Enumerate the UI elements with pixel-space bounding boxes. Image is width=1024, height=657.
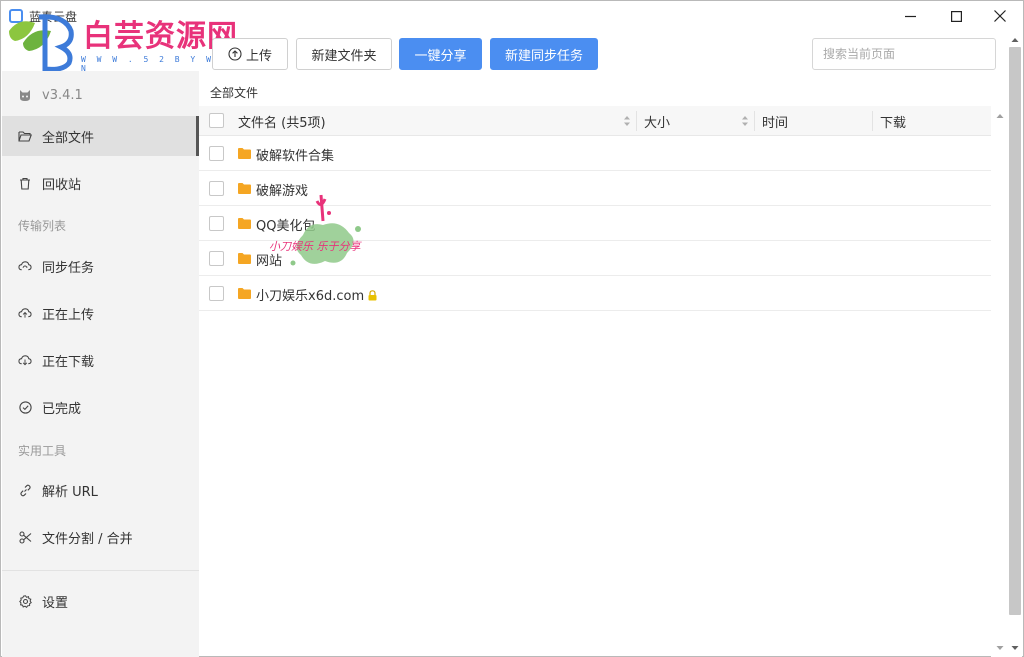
row-checkbox[interactable] [209,251,224,266]
new-folder-label: 新建文件夹 [311,48,377,64]
sidebar-item-recycle-bin[interactable]: 回收站 [2,163,199,203]
upload-label: 上传 [245,48,272,64]
cloud-upload-icon [18,306,32,320]
column-header-name[interactable]: 文件名 (共5项) [238,106,326,136]
sidebar-item-label: 全部文件 [42,130,95,146]
column-separator [754,111,755,131]
upload-icon [228,47,242,61]
sidebar-version: v3.4.1 [2,75,199,115]
link-icon [18,483,32,497]
sidebar-item-label: 回收站 [42,177,82,193]
sidebar-item-settings[interactable]: 设置 [2,581,199,621]
sidebar-item-label: 已完成 [42,401,82,417]
folder-icon [238,148,251,159]
maximize-button[interactable] [933,1,979,31]
sidebar-item-label: 正在下载 [42,354,95,370]
row-checkbox[interactable] [209,216,224,231]
share-button[interactable]: 一键分享 [399,38,482,70]
column-name-label: 文件名 (共5项) [238,115,326,131]
sort-arrows-icon[interactable] [623,114,631,128]
file-name[interactable]: 小刀娱乐x6d.com [256,285,377,304]
sidebar-item-downloading[interactable]: 正在下载 [2,340,199,380]
select-all-checkbox[interactable] [209,113,224,128]
folder-icon [238,218,251,229]
sidebar-item-label: 设置 [42,595,69,611]
search-input[interactable] [812,38,996,70]
sidebar-item-label: 解析 URL [42,484,98,500]
sidebar-item-split-merge[interactable]: 文件分割 / 合并 [2,517,199,557]
breadcrumb: 全部文件 [210,86,259,100]
row-checkbox[interactable] [209,146,224,161]
sort-arrows-icon[interactable] [741,114,749,128]
table-row[interactable]: 破解软件合集 [199,136,991,171]
scroll-down-arrow-icon[interactable] [996,644,1004,652]
close-button[interactable] [977,1,1023,31]
column-header-download[interactable]: 下载 [880,106,906,136]
column-download-label: 下载 [880,115,907,131]
table-scrollbar[interactable] [991,106,1008,657]
app-logo-icon [9,9,23,23]
close-icon [994,10,1006,22]
file-name[interactable]: 破解软件合集 [256,145,334,164]
sidebar-item-label: 同步任务 [42,260,95,276]
title-bar: 蓝奏云盘 [1,1,1023,31]
window-title: 蓝奏云盘 [29,10,78,24]
cloud-sync-icon [18,259,32,273]
sidebar-item-parse-url[interactable]: 解析 URL [2,470,199,510]
new-sync-task-label: 新建同步任务 [505,48,584,64]
github-cat-icon [18,88,32,102]
sidebar-divider [2,570,199,571]
column-size-label: 大小 [644,115,671,131]
table-row[interactable]: 破解游戏 [199,171,991,206]
folder-icon [238,183,251,194]
row-checkbox[interactable] [209,181,224,196]
window-scrollbar-thumb[interactable] [1009,47,1021,615]
folder-icon [238,288,251,299]
minimize-icon [904,15,916,17]
check-circle-icon [18,400,32,414]
sidebar-item-sync-tasks[interactable]: 同步任务 [2,246,199,286]
window-scroll-up-icon[interactable] [1011,37,1019,43]
file-name[interactable]: QQ美化包 [256,215,315,234]
sidebar-item-all-files[interactable]: 全部文件 [2,116,199,156]
table-row[interactable]: QQ美化包 [199,206,991,241]
file-name[interactable]: 网站 [256,250,282,269]
scroll-up-arrow-icon[interactable] [996,112,1004,120]
sidebar-item-completed[interactable]: 已完成 [2,387,199,427]
share-label: 一键分享 [414,48,467,64]
file-name-text: 小刀娱乐x6d.com [256,289,365,304]
cloud-download-icon [18,353,32,367]
new-folder-button[interactable]: 新建文件夹 [296,38,392,70]
column-separator [872,111,873,131]
sidebar-item-label: 正在上传 [42,307,95,323]
file-name[interactable]: 破解游戏 [256,180,308,199]
maximize-icon [950,10,962,22]
column-header-size[interactable]: 大小 [644,106,670,136]
table-header: 文件名 (共5项) 大小 时间 下载 [199,106,991,136]
lock-icon [368,290,377,301]
column-time-label: 时间 [762,115,789,131]
section-transfer-title: 传输列表 [18,219,67,233]
section-tools-title: 实用工具 [18,444,67,458]
sidebar-item-label: 文件分割 / 合并 [42,531,133,547]
sidebar: v3.4.1 全部文件 回收站 传输列表 同步任务 正在上传 正在下载 已完成 … [2,71,199,657]
sidebar-item-uploading[interactable]: 正在上传 [2,293,199,333]
table-row[interactable]: 网站 [199,241,991,276]
window-scroll-down-icon[interactable] [1011,645,1019,651]
trash-icon [18,176,32,190]
row-checkbox[interactable] [209,286,224,301]
scissors-icon [18,530,32,544]
version-label: v3.4.1 [42,87,83,103]
column-separator [636,111,637,131]
gear-icon [18,594,32,608]
column-header-time[interactable]: 时间 [762,106,788,136]
folder-open-icon [18,129,32,143]
new-sync-task-button[interactable]: 新建同步任务 [490,38,598,70]
app-window: 蓝奏云盘 v3.4.1 全部文件 回收站 传输列表 同步任务 正在上传 正在下载… [0,0,1024,657]
upload-button[interactable]: 上传 [212,38,288,70]
minimize-button[interactable] [887,1,933,31]
table-row[interactable]: 小刀娱乐x6d.com [199,276,991,311]
folder-icon [238,253,251,264]
